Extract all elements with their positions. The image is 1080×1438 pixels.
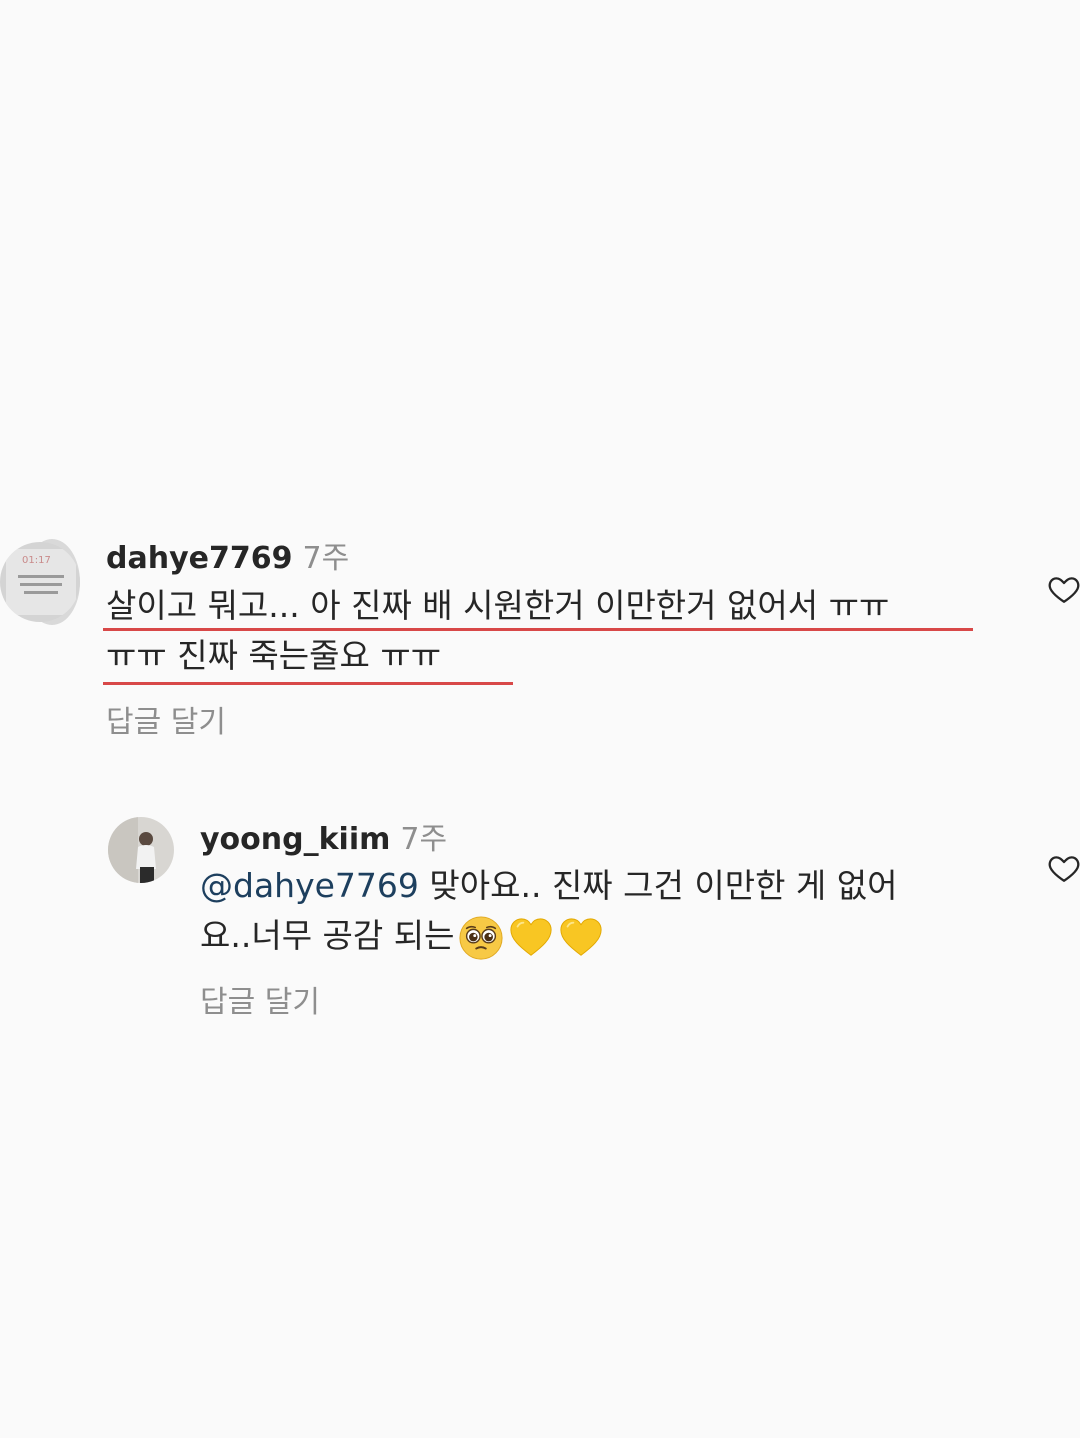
yellow-heart-emoji [510, 917, 553, 956]
heart-icon[interactable] [1047, 572, 1080, 606]
avatar-image[interactable] [108, 817, 174, 883]
comment-line-2: ㅠㅠ 진짜 죽는줄요 ㅠㅠ [106, 636, 442, 675]
red-underline-1 [103, 628, 973, 631]
username[interactable]: yoong_kiim [200, 822, 390, 857]
comment-line-1: 살이고 뭐고... 아 진짜 배 시원한거 이만한거 없어서 ㅠㅠ [106, 586, 890, 625]
username[interactable]: dahye7769 [106, 541, 292, 576]
mention-link[interactable]: @dahye7769 [200, 866, 419, 905]
reply-button[interactable]: 답글 달기 [106, 697, 226, 741]
comment-line-1: @dahye7769 맞아요.. 진짜 그건 이만한 게 없어 [200, 861, 898, 911]
yellow-heart-emoji [560, 917, 603, 956]
avatar-image[interactable]: 01:17 [0, 539, 80, 625]
reply-button[interactable]: 답글 달기 [200, 977, 320, 1021]
comment-header: yoong_kiim 7주 [200, 814, 447, 858]
comment-header: dahye7769 7주 [106, 533, 349, 577]
heart-icon[interactable] [1047, 851, 1080, 885]
timestamp: 7주 [400, 822, 448, 857]
comment-text-rest: 맞아요.. 진짜 그건 이만한 게 없어 [418, 866, 898, 905]
comment-line-2: 요..너무 공감 되는 [200, 911, 898, 961]
comment-text: @dahye7769 맞아요.. 진짜 그건 이만한 게 없어 요..너무 공감… [200, 861, 898, 961]
comment-text: 살이고 뭐고... 아 진짜 배 시원한거 이만한거 없어서 ㅠㅠ ㅠㅠ 진짜 … [106, 581, 889, 681]
avatar-text: 01:17 [22, 555, 51, 566]
timestamp: 7주 [302, 541, 350, 576]
comment-text-end: 요..너무 공감 되는 [200, 916, 455, 955]
red-underline-2 [103, 682, 513, 685]
pleading-face-emoji [459, 915, 504, 960]
